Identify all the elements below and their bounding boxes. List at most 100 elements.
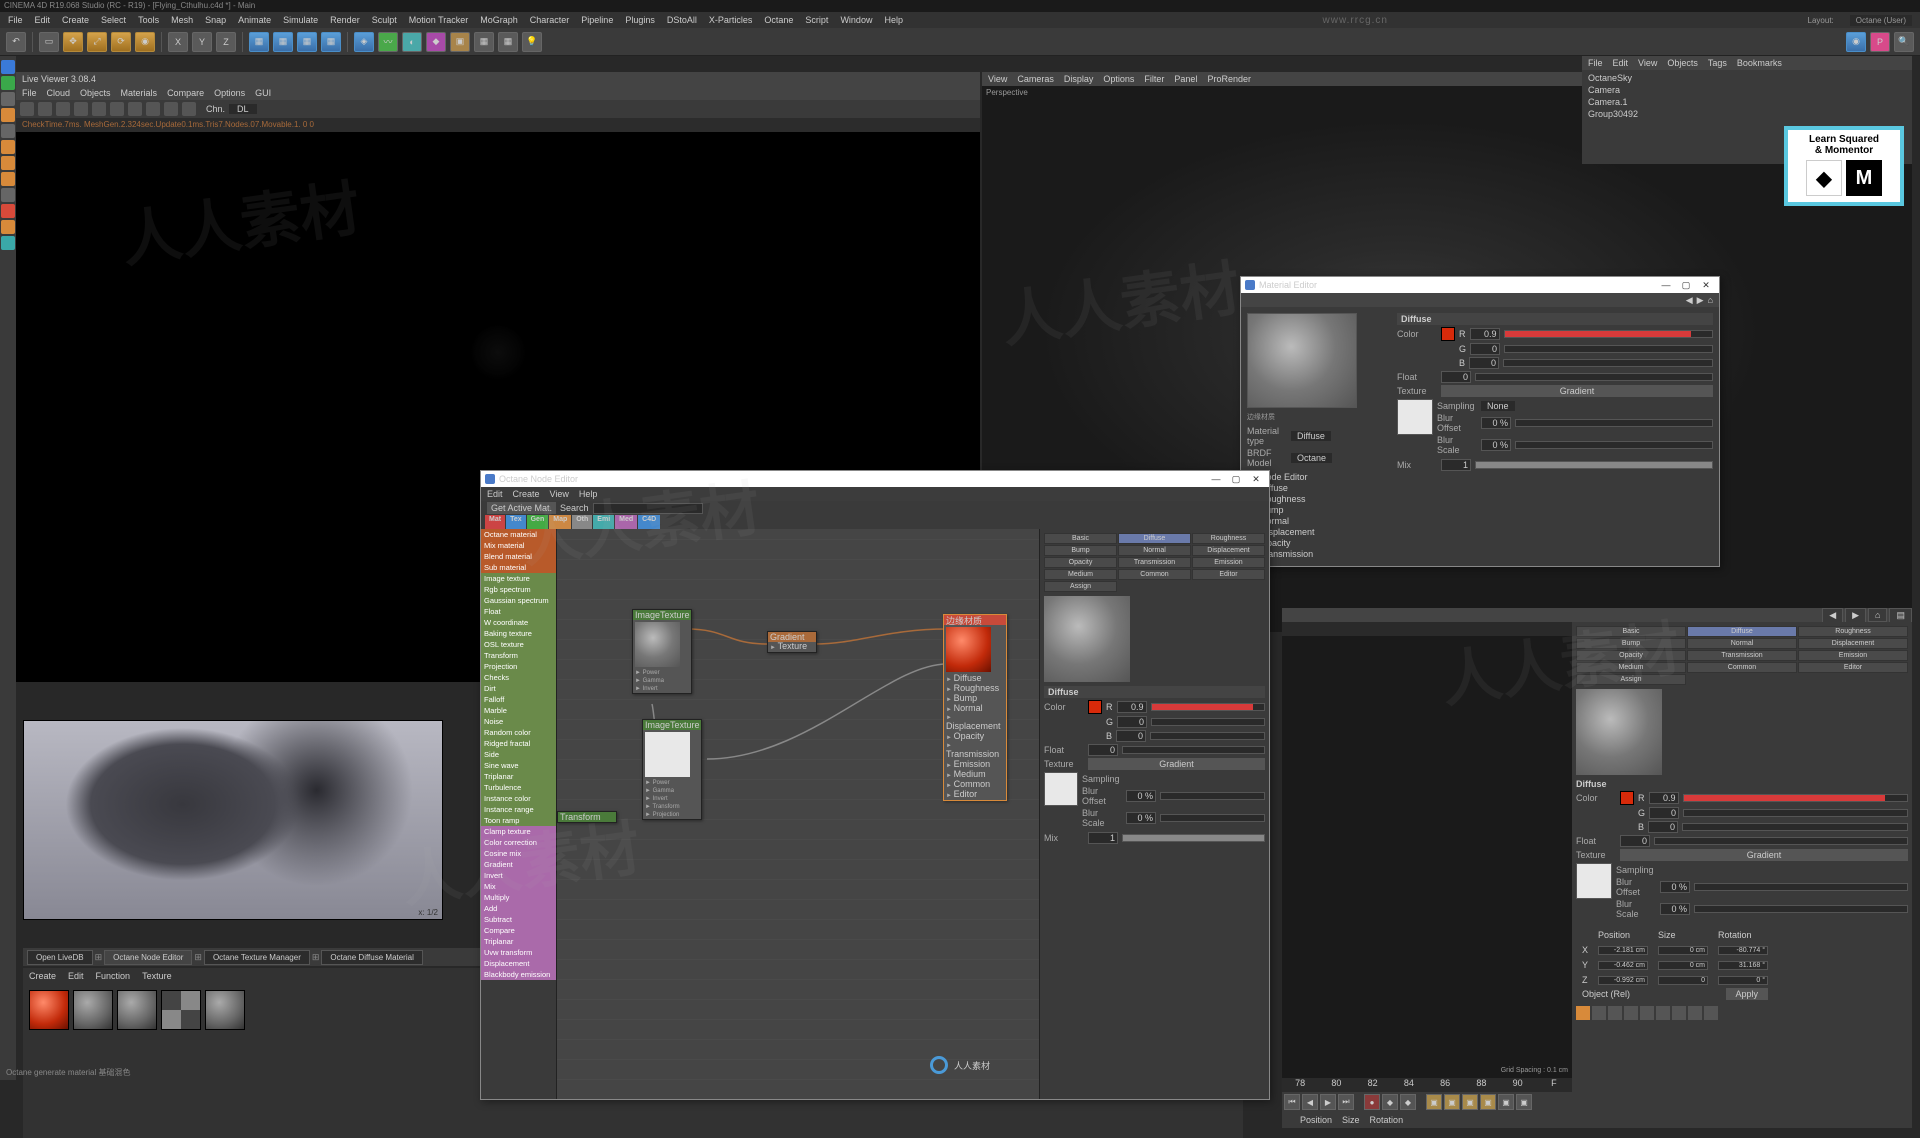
tab-node-editor[interactable]: Octane Node Editor	[104, 950, 192, 965]
pv-menu[interactable]: View	[988, 74, 1007, 84]
left-icon[interactable]	[1, 108, 15, 122]
mat-type-select[interactable]: Diffuse	[1291, 431, 1331, 441]
attrib-viewport[interactable]: 78 80 82 84 86 88 90 F Grid Spacing : 0.…	[1282, 622, 1572, 1128]
mix-input[interactable]: 1	[1441, 459, 1471, 471]
side-tab[interactable]: Common	[1118, 569, 1191, 580]
node-type-item[interactable]: Mix material	[481, 540, 556, 551]
material-swatch[interactable]	[73, 990, 113, 1030]
focus-icon[interactable]	[146, 102, 160, 116]
node-type-item[interactable]: Sub material	[481, 562, 556, 573]
cat-tab[interactable]: Map	[549, 515, 571, 529]
float-input[interactable]: 0	[1620, 835, 1650, 847]
menu-create[interactable]: Create	[62, 15, 89, 25]
side-tab[interactable]: Bump	[1044, 545, 1117, 556]
material-name[interactable]: 边缘材质	[1247, 412, 1385, 422]
attr-tab[interactable]: Editor	[1798, 662, 1908, 673]
move-icon[interactable]: ✥	[63, 32, 83, 52]
node-type-item[interactable]: Instance range	[481, 804, 556, 815]
menu-motion[interactable]: Motion Tracker	[409, 15, 469, 25]
left-icon[interactable]	[1, 124, 15, 138]
pv-menu[interactable]: Panel	[1174, 74, 1197, 84]
node-type-item[interactable]: OSL texture	[481, 639, 556, 650]
b-slider[interactable]	[1682, 823, 1908, 831]
tex-swatch[interactable]	[1397, 399, 1433, 435]
side-tab[interactable]: Normal	[1118, 545, 1191, 556]
node-transform[interactable]: Transform	[557, 811, 617, 823]
node-type-item[interactable]: Rgb spectrum	[481, 584, 556, 595]
timeline-ruler[interactable]: 78 80 82 84 86 88 90 F	[1282, 1078, 1572, 1092]
r-slider[interactable]	[1504, 330, 1714, 338]
tree-item[interactable]: Camera.1	[1588, 96, 1628, 108]
key-icon[interactable]: ◆	[1382, 1094, 1398, 1110]
mix-input[interactable]: 1	[1088, 832, 1118, 844]
play-first-icon[interactable]: ⏮	[1284, 1094, 1300, 1110]
left-icon[interactable]	[1, 220, 15, 234]
cat-tab[interactable]: Emi	[593, 515, 614, 529]
render-icon[interactable]: ▦	[249, 32, 269, 52]
b-input[interactable]: 0	[1116, 730, 1146, 742]
matbar-menu[interactable]: Create	[29, 971, 56, 981]
node-type-item[interactable]: Gaussian spectrum	[481, 595, 556, 606]
layout-value[interactable]: Octane (User)	[1850, 15, 1912, 26]
brdf-select[interactable]: Octane	[1291, 453, 1332, 463]
cat-tab[interactable]: Tex	[506, 515, 526, 529]
size-x[interactable]	[1658, 946, 1708, 955]
mini-icon[interactable]	[1688, 1006, 1702, 1020]
bluroff-input[interactable]: 0 %	[1660, 881, 1690, 893]
menu-xparticles[interactable]: X-Particles	[709, 15, 753, 25]
picture-viewer-icon[interactable]: ▦	[297, 32, 317, 52]
side-tab[interactable]: Editor	[1192, 569, 1265, 580]
nav-icon[interactable]: ◀	[1686, 295, 1693, 306]
node-type-item[interactable]: Triplanar	[481, 771, 556, 782]
side-tab[interactable]: Assign	[1044, 581, 1117, 592]
spline-icon[interactable]: 〰	[378, 32, 398, 52]
tex-swatch[interactable]	[1044, 772, 1078, 806]
op-menu[interactable]: Edit	[1613, 58, 1629, 68]
tree-item[interactable]: OctaneSky	[1588, 72, 1632, 84]
tex-swatch[interactable]	[1576, 863, 1612, 899]
node-type-item[interactable]: Cosine mix	[481, 848, 556, 859]
node-type-item[interactable]: Invert	[481, 870, 556, 881]
menu-animate[interactable]: Animate	[238, 15, 271, 25]
gradient-button[interactable]: Gradient	[1441, 385, 1713, 397]
play-prev-icon[interactable]: ◀	[1302, 1094, 1318, 1110]
lock-icon[interactable]	[92, 102, 106, 116]
mini-icon[interactable]	[1624, 1006, 1638, 1020]
search-input[interactable]	[593, 503, 703, 514]
maximize-icon[interactable]: ▢	[1227, 472, 1245, 486]
axis-y-icon[interactable]: Y	[192, 32, 212, 52]
node-type-item[interactable]: Projection	[481, 661, 556, 672]
left-icon[interactable]	[1, 92, 15, 106]
side-tab[interactable]: Basic	[1044, 533, 1117, 544]
cat-tab[interactable]: Gen	[527, 515, 549, 529]
node-material-output[interactable]: 边缘材质 ► Diffuse ► Roughness ► Bump ► Norm…	[943, 614, 1007, 801]
tree-item[interactable]: Camera	[1588, 84, 1620, 96]
node-type-item[interactable]: Dirt	[481, 683, 556, 694]
reload-icon[interactable]	[38, 102, 52, 116]
g-slider[interactable]	[1151, 718, 1265, 726]
r-input[interactable]: 0.9	[1649, 792, 1679, 804]
float-input[interactable]: 0	[1088, 744, 1118, 756]
matbar-menu[interactable]: Edit	[68, 971, 84, 981]
attr-tab[interactable]: Transmission	[1687, 650, 1797, 661]
lv-menu[interactable]: Materials	[121, 88, 158, 98]
node-type-item[interactable]: Turbulence	[481, 782, 556, 793]
menu-window[interactable]: Window	[840, 15, 872, 25]
lv-menu[interactable]: Compare	[167, 88, 204, 98]
node-gradient[interactable]: Gradient ► Texture	[767, 631, 817, 653]
menu-dstoall[interactable]: DStoAll	[667, 15, 697, 25]
ne-menu[interactable]: Help	[579, 489, 598, 499]
node-type-item[interactable]: Mix	[481, 881, 556, 892]
float-slider[interactable]	[1475, 373, 1713, 381]
auto-icon[interactable]: ▣	[1462, 1094, 1478, 1110]
lv-menu[interactable]: Options	[214, 88, 245, 98]
mini-icon[interactable]	[1672, 1006, 1686, 1020]
get-active-button[interactable]: Get Active Mat.	[487, 502, 556, 514]
left-icon[interactable]	[1, 140, 15, 154]
sampling-select[interactable]: None	[1481, 401, 1515, 411]
rot-b[interactable]	[1718, 976, 1768, 985]
gradient-button[interactable]: Gradient	[1088, 758, 1265, 770]
node-type-item[interactable]: Toon ramp	[481, 815, 556, 826]
attr-tab[interactable]: Bump	[1576, 638, 1686, 649]
menu-character[interactable]: Character	[530, 15, 570, 25]
